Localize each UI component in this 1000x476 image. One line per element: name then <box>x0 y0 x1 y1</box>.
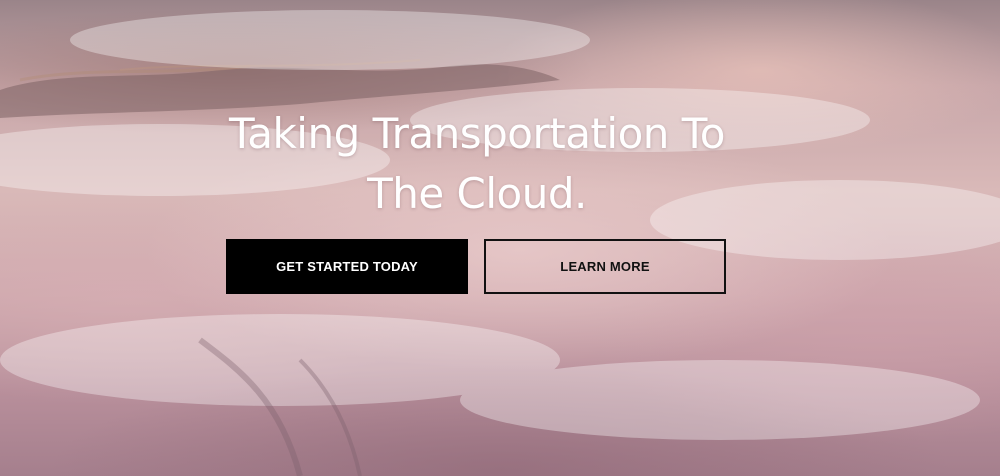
get-started-button[interactable]: GET STARTED TODAY <box>226 239 468 294</box>
learn-more-button[interactable]: LEARN MORE <box>484 239 726 294</box>
headline-line-1: Taking Transportation To <box>229 109 725 158</box>
hero-headline: Taking Transportation To The Cloud. <box>0 104 954 224</box>
hero-section: Taking Transportation To The Cloud. GET … <box>0 0 1000 476</box>
headline-line-2: The Cloud. <box>367 169 587 218</box>
aerial-cloud-background <box>0 10 1000 476</box>
